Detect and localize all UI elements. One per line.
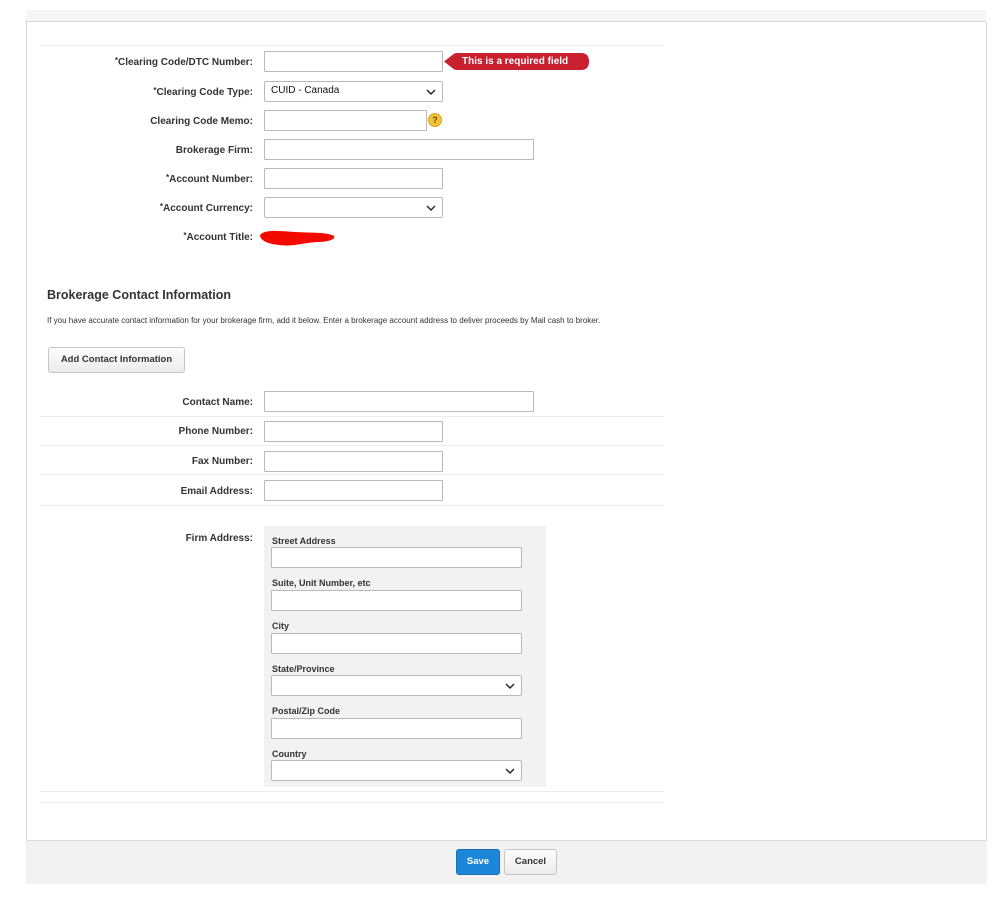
- email-address-input[interactable]: [264, 480, 443, 501]
- city-label: City: [272, 621, 290, 631]
- chevron-down-icon: [505, 768, 515, 774]
- account-currency-label: *Account Currency:: [159, 202, 253, 214]
- chevron-down-icon: [426, 205, 436, 211]
- clearing-code-type-label: *Clearing Code Type:: [153, 86, 253, 98]
- account-number-input[interactable]: [264, 168, 443, 189]
- fax-number-input[interactable]: [264, 451, 443, 472]
- required-marker: *: [159, 202, 163, 211]
- street-address-label: Street Address: [272, 536, 336, 546]
- account-number-label: *Account Number:: [165, 173, 253, 185]
- required-field-error-text: This is a required field: [462, 56, 569, 67]
- brokerage-firm-input[interactable]: [264, 139, 534, 160]
- city-input[interactable]: [271, 633, 522, 654]
- firm-address-label: Firm Address:: [185, 533, 253, 544]
- divider: [40, 802, 664, 803]
- brokerage-firm-label: Brokerage Firm:: [175, 145, 253, 156]
- required-marker: *: [165, 173, 170, 182]
- clearing-code-label: *Clearing Code/DTC Number:: [114, 56, 253, 68]
- divider: [40, 791, 664, 792]
- add-contact-button[interactable]: Add Contact Information: [48, 347, 185, 373]
- country-select[interactable]: [271, 760, 522, 781]
- clearing-code-type-select[interactable]: CUID - Canada: [264, 81, 443, 102]
- account-currency-select[interactable]: [264, 197, 443, 218]
- contact-name-label: Contact Name:: [182, 397, 253, 408]
- clearing-code-memo-label: Clearing Code Memo:: [150, 116, 253, 127]
- postal-code-input[interactable]: [271, 718, 522, 739]
- phone-number-input[interactable]: [264, 421, 443, 442]
- divider: [40, 416, 664, 417]
- street-address-input[interactable]: [271, 547, 522, 568]
- state-province-label: State/Province: [272, 664, 335, 674]
- cancel-button[interactable]: Cancel: [504, 849, 557, 875]
- chevron-down-icon: [505, 683, 515, 689]
- top-bar: [26, 10, 986, 22]
- help-icon[interactable]: ?: [428, 113, 442, 127]
- country-label: Country: [272, 749, 307, 759]
- clearing-code-input[interactable]: [264, 51, 443, 72]
- divider: [40, 445, 664, 446]
- fax-number-label: Fax Number:: [191, 456, 253, 467]
- divider: [40, 505, 664, 506]
- required-marker: *: [153, 86, 157, 95]
- contact-name-input[interactable]: [264, 391, 534, 412]
- clearing-code-memo-input[interactable]: [264, 110, 427, 131]
- redaction-mark: [260, 230, 335, 246]
- select-value: CUID - Canada: [271, 85, 340, 96]
- section-title: Brokerage Contact Information: [47, 288, 232, 302]
- save-button[interactable]: Save: [456, 849, 500, 875]
- postal-code-label: Postal/Zip Code: [272, 706, 341, 716]
- chevron-down-icon: [426, 89, 436, 95]
- state-province-select[interactable]: [271, 675, 522, 696]
- required-marker: *: [114, 56, 118, 65]
- required-marker: *: [183, 231, 187, 240]
- email-address-label: Email Address:: [180, 486, 253, 497]
- divider: [40, 45, 664, 46]
- suite-input[interactable]: [271, 590, 522, 611]
- suite-label: Suite, Unit Number, etc: [272, 578, 371, 588]
- section-description: If you have accurate contact information…: [47, 316, 601, 325]
- phone-number-label: Phone Number:: [178, 426, 253, 437]
- divider: [40, 474, 664, 475]
- account-title-label: *Account Title:: [183, 231, 253, 243]
